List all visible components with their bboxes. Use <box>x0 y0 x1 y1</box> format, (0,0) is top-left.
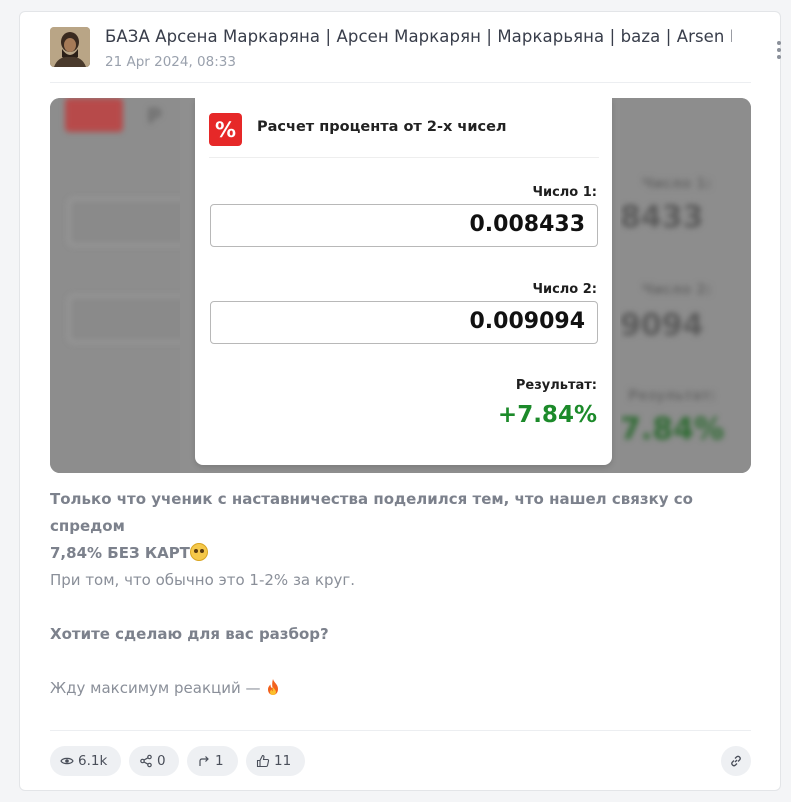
image-blur-left: Р <box>50 98 180 473</box>
fire-emoji-icon <box>268 679 279 695</box>
post-text-line-1: Только что ученик с наставничества подел… <box>50 486 755 567</box>
forward-icon <box>199 756 209 766</box>
link-icon <box>731 755 741 767</box>
views-count: 6.1k <box>78 753 108 769</box>
post-text-line-5-wrap: Жду максимум реакций — <box>50 675 755 702</box>
calculator-header: % Расчет процента от 2-х чисел <box>209 113 599 158</box>
eye-icon <box>60 757 74 765</box>
more-dot <box>777 55 781 59</box>
result-value: +7.84% <box>497 402 597 428</box>
likes-count: 11 <box>274 753 292 769</box>
views-counter[interactable]: 6.1k <box>50 746 121 776</box>
forwards-counter[interactable]: 1 <box>187 746 238 776</box>
post-text-line-3: При том, что обычно это 1-2% за круг. <box>50 571 355 589</box>
channel-avatar[interactable] <box>50 27 90 67</box>
more-dot <box>777 48 781 52</box>
post-date: 21 Apr 2024, 08:33 <box>105 54 236 70</box>
percent-icon: % <box>209 113 242 146</box>
post-card: БАЗА Арсена Маркаряна | Арсен Маркарян |… <box>19 11 781 791</box>
copy-link-button[interactable] <box>721 746 751 776</box>
post-text-5: Жду максимум реакций — <box>50 679 266 697</box>
channel-title[interactable]: БАЗА Арсена Маркаряна | Арсен Маркарян |… <box>105 27 732 46</box>
post-text-1: Только что ученик с наставничества подел… <box>50 490 693 535</box>
post-header: БАЗА Арсена Маркаряна | Арсен Маркарян |… <box>50 26 781 70</box>
number2-label: Число 2: <box>532 282 597 297</box>
footer-divider <box>50 730 751 731</box>
more-dots-icon <box>777 41 781 45</box>
number1-label: Число 1: <box>532 185 597 200</box>
image-blur-right: Число 1: 8433 Число 2: 9094 Результат: 7… <box>620 98 751 473</box>
result-label: Результат: <box>515 378 597 393</box>
post-image[interactable]: Р Число 1: 8433 Число 2: 9094 Результат:… <box>50 98 751 473</box>
thumbs-up-icon <box>256 754 270 768</box>
post-footer: 6.1k 0 1 11 <box>50 746 751 776</box>
forwards-count: 1 <box>215 753 224 769</box>
post-text-line-4: Хотите сделаю для вас разбор? <box>50 625 329 643</box>
shares-counter[interactable]: 0 <box>129 746 179 776</box>
calculator-title: Расчет процента от 2-х чисел <box>257 119 507 135</box>
flushed-face-emoji-icon <box>189 543 208 561</box>
post-text-2: 7,84% БЕЗ КАРТ <box>50 544 190 562</box>
likes-counter[interactable]: 11 <box>246 746 305 776</box>
more-options-button[interactable] <box>768 34 790 66</box>
percent-calculator-panel: % Расчет процента от 2-х чисел Число 1: … <box>195 98 612 465</box>
shares-count: 0 <box>157 753 166 769</box>
header-divider <box>50 82 751 83</box>
number1-field: 0.008433 <box>210 204 598 247</box>
number2-field: 0.009094 <box>210 301 598 344</box>
share-icon <box>140 754 152 768</box>
